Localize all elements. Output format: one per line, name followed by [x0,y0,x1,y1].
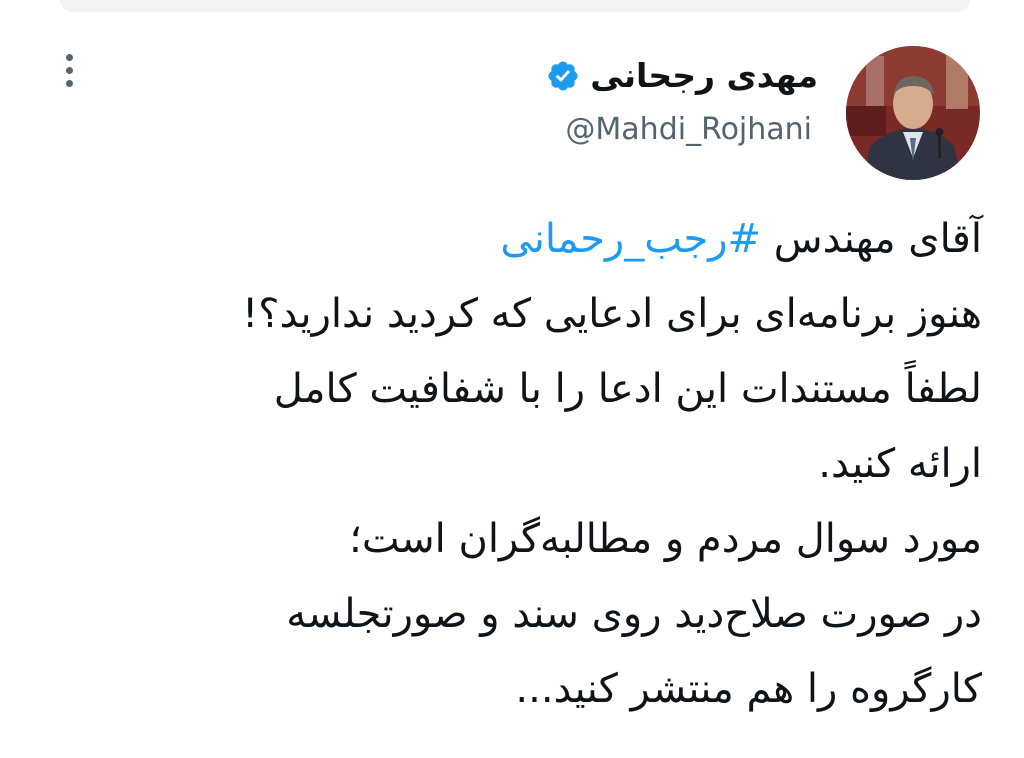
verified-badge-icon [548,60,578,91]
tweet-line: کارگروه را هم منتشر کنید... [515,666,982,712]
more-options-button[interactable] [52,50,86,90]
hashtag-link[interactable]: #رجب_رحمانی [500,216,761,262]
previous-item-edge [60,0,970,12]
author-name-row[interactable]: مهدی رجحانی [546,56,818,95]
tweet-line: آقای مهندس #رجب_رحمانی [82,202,982,277]
avatar-image [846,46,980,180]
more-options-icon [65,53,73,61]
more-options-icon-dot [65,66,73,74]
tweet-line-text: آقای مهندس [761,216,982,262]
tweet-line: در صورت صلاح‌دید روی سند و صورتجلسه [286,591,982,637]
tweet-text: آقای مهندس #رجب_رحمانی هنوز برنامه‌ای بر… [82,202,982,727]
author-handle[interactable]: @Mahdi_Rojhani [565,112,812,147]
tweet-line: مورد سوال مردم و مطالبه‌گران است؛ [349,516,982,562]
avatar[interactable] [846,46,980,180]
tweet-line: هنوز برنامه‌ای برای ادعایی که کردید ندار… [242,291,982,337]
tweet-line: لطفاً مستندات این ادعا را با شفافیت کامل [273,366,982,412]
more-options-icon-dot [65,79,73,87]
author-name[interactable]: مهدی رجحانی [590,56,818,95]
tweet-line: ارائه کنید. [818,441,982,487]
